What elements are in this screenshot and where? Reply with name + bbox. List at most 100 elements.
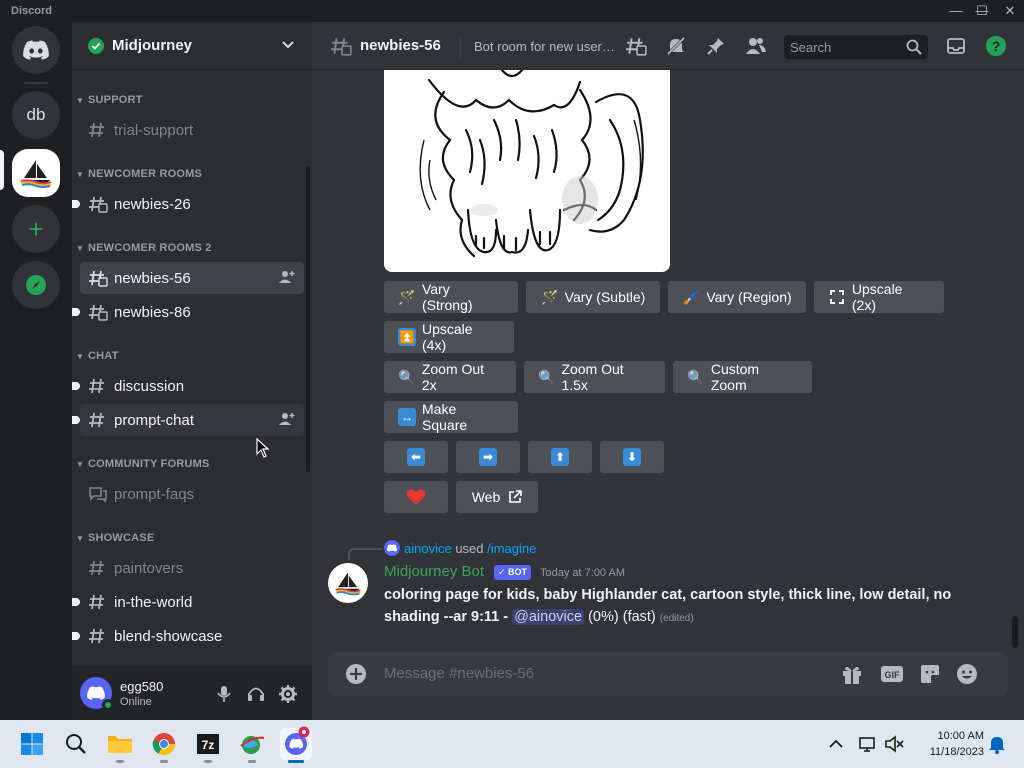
zoom-out-1-5x-button[interactable]: 🔍 Zoom Out 1.5x: [524, 361, 665, 393]
maximize-glyph[interactable]: ☐: [968, 0, 996, 22]
direct-messages-button[interactable]: [12, 26, 60, 74]
channel-prompt-faqs[interactable]: prompt-faqs: [80, 478, 304, 510]
member-list-icon[interactable]: [744, 34, 768, 58]
muted-bell-icon[interactable]: [664, 34, 688, 58]
add-attachment-icon[interactable]: [344, 662, 368, 686]
avatar[interactable]: [80, 677, 114, 711]
settings-gear-icon[interactable]: [276, 682, 300, 706]
message-input-placeholder[interactable]: Message #newbies-56: [384, 665, 534, 682]
sidebar-scrollbar[interactable]: [306, 166, 310, 472]
pan-left-button[interactable]: ⬅: [384, 441, 448, 473]
notifications-bell-icon[interactable]: [984, 728, 1010, 760]
category-newcomer-rooms[interactable]: ▼ NEWCOMER ROOMS: [76, 168, 202, 180]
category-showcase[interactable]: ▼ SHOWCASE: [76, 532, 154, 544]
channel-newbies-86[interactable]: newbies-86: [72, 296, 304, 328]
message-content: coloring page for kids, baby Highlander …: [384, 584, 964, 630]
7zip-button[interactable]: 7z: [192, 728, 224, 763]
make-square-button[interactable]: ↔ Make Square: [384, 401, 518, 433]
user-mention[interactable]: @ainovice: [512, 609, 585, 625]
channel-paintovers[interactable]: paintovers: [80, 552, 304, 584]
generated-image-attachment[interactable]: [384, 70, 670, 272]
reply-username[interactable]: ainovice: [404, 541, 452, 556]
vary-strong-button[interactable]: 🪄 Vary (Strong): [384, 281, 518, 313]
upscale-2x-button[interactable]: Upscale (2x): [814, 281, 944, 313]
channel-trial-support[interactable]: trial-support: [80, 114, 304, 146]
network-icon[interactable]: [856, 728, 880, 760]
windows-logo-icon: [21, 733, 43, 755]
channel-in-the-world[interactable]: in-the-world: [72, 586, 304, 618]
close-button[interactable]: ✕: [996, 0, 1024, 22]
pin-icon[interactable]: [704, 34, 728, 58]
channel-newbies-56[interactable]: newbies-56: [80, 262, 304, 294]
emoji-icon[interactable]: [955, 662, 979, 686]
category-support[interactable]: ▼ SUPPORT: [76, 94, 143, 106]
create-invite-icon[interactable]: [278, 410, 298, 430]
add-server-button[interactable]: +: [12, 205, 60, 253]
volume-muted-icon[interactable]: [882, 728, 906, 760]
taskbar-search-button[interactable]: [60, 728, 92, 760]
button-label: Make Square: [422, 401, 468, 433]
paintbrush-icon: 🖌️: [682, 288, 701, 305]
guild-header[interactable]: Midjourney: [72, 22, 312, 70]
unread-indicator: [72, 200, 80, 208]
pan-up-button[interactable]: ⬆: [528, 441, 592, 473]
user-info[interactable]: egg580 Online: [120, 679, 163, 708]
start-button[interactable]: [16, 728, 48, 760]
server-db[interactable]: db: [12, 91, 60, 139]
message-dash: -: [499, 609, 513, 625]
show-hidden-icons-button[interactable]: [822, 728, 850, 760]
vary-region-button[interactable]: 🖌️ Vary (Region): [668, 281, 806, 313]
upscale-4x-button[interactable]: ⏫ Upscale (4x): [384, 321, 514, 353]
vary-subtle-button[interactable]: 🪄 Vary (Subtle): [526, 281, 660, 313]
reply-command[interactable]: /imagine: [487, 541, 536, 556]
message-author[interactable]: Midjourney Bot: [384, 563, 484, 580]
inbox-icon[interactable]: [944, 34, 968, 58]
minimize-glyph[interactable]: —: [942, 0, 970, 22]
gift-icon[interactable]: [840, 662, 864, 686]
server-midjourney[interactable]: [12, 149, 60, 197]
pan-down-button[interactable]: ⬇: [600, 441, 664, 473]
headphones-icon[interactable]: [244, 682, 268, 706]
message-scrollbar[interactable]: [1012, 616, 1018, 648]
create-invite-icon[interactable]: [278, 268, 298, 288]
gif-icon[interactable]: GIF: [880, 662, 904, 686]
explore-servers-button[interactable]: [12, 261, 60, 309]
threads-icon[interactable]: [624, 34, 648, 58]
category-newcomer-rooms-2[interactable]: ▼ NEWCOMER ROOMS 2: [76, 242, 212, 254]
microphone-icon[interactable]: [212, 682, 236, 706]
mouse-cursor-icon: [256, 438, 270, 458]
zoom-out-2x-button[interactable]: 🔍 Zoom Out 2x: [384, 361, 516, 393]
globe-app-button[interactable]: [236, 728, 268, 763]
chrome-button[interactable]: [148, 728, 180, 763]
message-composer[interactable]: Message #newbies-56 GIF: [328, 652, 1008, 696]
category-chat[interactable]: ▼ CHAT: [76, 350, 119, 362]
web-link-button[interactable]: Web: [456, 481, 538, 513]
custom-zoom-button[interactable]: 🔍 Custom Zoom: [673, 361, 812, 393]
channel-list: ▼ SUPPORT trial-support ▼ NEWCOMER ROOMS n…: [72, 70, 312, 666]
category-community-forums[interactable]: ▼ COMMUNITY FORUMS: [76, 458, 210, 470]
search-input[interactable]: Search: [784, 35, 928, 59]
folder-icon: [108, 736, 132, 753]
magic-wand-icon: 🪄: [398, 288, 416, 305]
channel-discussion[interactable]: discussion: [72, 370, 304, 402]
channel-sidebar: Midjourney ▼ SUPPORT trial-support ▼ NEWCO…: [72, 22, 312, 720]
discord-taskbar-button[interactable]: [280, 726, 312, 763]
pan-right-button[interactable]: ➡: [456, 441, 520, 473]
channel-newbies-26[interactable]: newbies-26: [72, 188, 304, 220]
hash-thread-icon: [88, 194, 112, 214]
system-clock[interactable]: 10:00 AM 11/18/2023: [914, 728, 984, 760]
chat-area: newbies-56 Bot room for new users. Type …: [312, 22, 1024, 720]
arrow-right-icon: ➡: [479, 448, 497, 466]
bot-avatar[interactable]: [328, 563, 368, 603]
favorite-button[interactable]: [384, 481, 448, 513]
channel-blend-showcase[interactable]: blend-showcase: [72, 620, 304, 652]
button-label: Vary (Region): [706, 289, 792, 305]
help-icon[interactable]: ?: [984, 34, 1008, 58]
channel-topic[interactable]: Bot room for new users. Type /imagine th…: [474, 39, 620, 54]
channel-prompt-chat[interactable]: prompt-chat: [72, 404, 304, 436]
file-explorer-button[interactable]: [104, 728, 136, 763]
channel-label: discussion: [114, 377, 185, 395]
user-status: Online: [120, 695, 152, 708]
sticker-icon[interactable]: [918, 662, 942, 686]
category-label: NEWCOMER ROOMS 2: [88, 242, 212, 254]
